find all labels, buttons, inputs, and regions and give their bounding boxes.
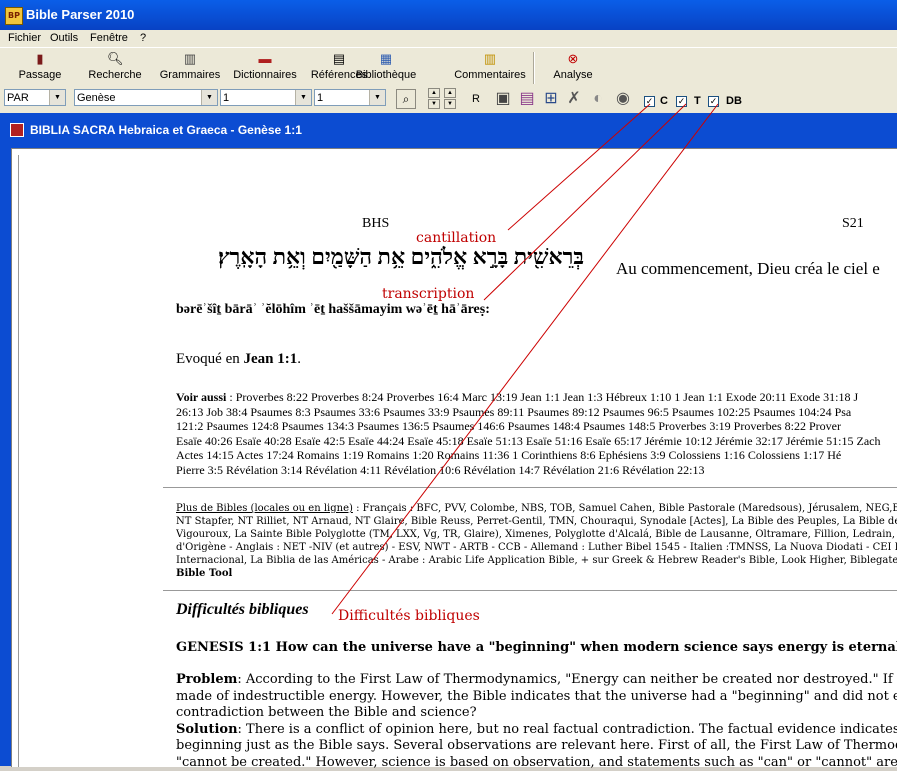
- annotation-difficultes: Difficultés bibliques: [338, 608, 480, 624]
- divider: [163, 590, 897, 591]
- stacked-books-icon[interactable]: ▤: [516, 88, 538, 110]
- commentaires-button[interactable]: ▥ Commentaires: [452, 50, 528, 86]
- bibles-line[interactable]: Vigouroux, La Sainte Bible Polyglotte (T…: [176, 528, 897, 541]
- library-icon: ▦: [379, 51, 393, 66]
- chevron-down-icon[interactable]: ▼: [201, 90, 217, 105]
- bibles-line[interactable]: Internacional, La Biblia de las Américas…: [176, 554, 897, 567]
- analysis-icon: ⊗: [567, 51, 579, 66]
- more-bibles-block: Plus de Bibles (locales ou en ligne) : F…: [176, 503, 897, 580]
- app-icon: BP: [5, 7, 23, 25]
- toolbar-separator: [533, 52, 535, 84]
- menu-help[interactable]: ?: [140, 32, 146, 44]
- passage-button[interactable]: ▮ Passage: [14, 50, 66, 86]
- tools-icon[interactable]: ✗: [563, 88, 585, 110]
- checkbox-t[interactable]: ✓: [676, 96, 687, 107]
- grammaires-button[interactable]: ▥ Grammaires: [158, 50, 222, 86]
- transcription-text: bərēʾšîṯ bārāʾ ʾĕlōhîm ʾēṯ haššāmayim wə…: [176, 302, 490, 317]
- recherche-button[interactable]: 🔍︎ Recherche: [84, 50, 146, 86]
- problem-paragraph: Problem: According to the First Law of T…: [176, 672, 897, 770]
- annotation-cantillation: cantillation: [416, 230, 497, 246]
- difficultes-title: Difficultés bibliques: [176, 601, 309, 618]
- chevron-down-icon[interactable]: ▼: [295, 90, 311, 105]
- navigation-controls: PAR ▼ Genèse ▼ 1 ▼ 1 ▼ ⌕ ▲ ▼ ▲ ▼ R ▣ ▤ ⊞…: [0, 86, 897, 113]
- analyse-button[interactable]: ⊗ Analyse: [548, 50, 598, 86]
- mode-select[interactable]: PAR ▼: [4, 89, 66, 106]
- tree-icon[interactable]: ⊞: [540, 88, 562, 110]
- menu-fenetre[interactable]: Fenêtre: [90, 32, 128, 44]
- menu-fichier[interactable]: Fichier: [8, 32, 41, 44]
- spin-down-2[interactable]: ▼: [444, 99, 456, 109]
- checkbox-c[interactable]: ✓: [644, 96, 655, 107]
- s21-label: S21: [842, 216, 864, 231]
- books-icon: ▥: [183, 51, 197, 66]
- menu-bar: Fichier Outils Fenêtre ?: [0, 30, 897, 47]
- voir-aussi-line[interactable]: Esaïe 40:26 Esaïe 40:28 Esaïe 42:5 Esaïe…: [176, 434, 897, 449]
- spin-down-1[interactable]: ▼: [428, 99, 440, 109]
- bibles-line[interactable]: NT Stapfer, NT Rilliet, NT Arnaud, NT Gl…: [176, 515, 897, 528]
- main-toolbar: ▮ Passage 🔍︎ Recherche ▥ Grammaires ▬ Di…: [0, 47, 897, 88]
- voir-aussi-line[interactable]: 121:2 Psaumes 124:8 Psaumes 134:3 Psaume…: [176, 419, 897, 434]
- genesis-heading: GENESIS 1:1 How can the universe have a …: [176, 640, 897, 655]
- verse-select[interactable]: 1 ▼: [314, 89, 386, 106]
- voir-aussi-label: Voir aussi: [176, 390, 227, 404]
- voir-aussi-block: Voir aussi : Proverbes 8:22 Proverbes 8:…: [176, 390, 897, 477]
- voir-aussi-line[interactable]: Actes 14:15 Actes 17:24 Romains 1:19 Rom…: [176, 448, 897, 463]
- dictionary-icon: ▬: [258, 51, 272, 66]
- chevron-down-icon[interactable]: ▼: [369, 90, 385, 105]
- document-window-title: BIBLIA SACRA Hebraica et Graeca - Genèse…: [30, 123, 302, 137]
- french-verse: Au commencement, Dieu créa le ciel e: [616, 259, 880, 278]
- bibles-line[interactable]: d'Origène - Anglais : NET -NIV (et autre…: [176, 541, 897, 554]
- spin-up-1[interactable]: ▲: [428, 88, 440, 98]
- spin-up-2[interactable]: ▲: [444, 88, 456, 98]
- evoque-line: Evoqué en Jean 1:1.: [176, 351, 301, 367]
- r-button[interactable]: R: [472, 93, 480, 105]
- hebrew-verse: בְּרֵאשִׁ֖ית בָּרָ֣א אֱלֹהִ֑ים אֵ֥ת הַשָ…: [218, 244, 584, 269]
- chapter-select[interactable]: 1 ▼: [220, 89, 312, 106]
- book-select[interactable]: Genèse ▼: [74, 89, 218, 106]
- magnifier-icon: ⌕: [402, 92, 410, 106]
- dictionnaires-button[interactable]: ▬ Dictionnaires: [230, 50, 300, 86]
- go-search-button[interactable]: ⌕: [396, 89, 416, 109]
- comment-books-icon: ▥: [483, 51, 497, 66]
- more-bibles-link[interactable]: Plus de Bibles (locales ou en ligne): [176, 503, 353, 514]
- checkbox-db[interactable]: ✓: [708, 96, 719, 107]
- window-title: Bible Parser 2010: [26, 7, 135, 22]
- magnifier-icon: 🔍︎: [107, 51, 124, 66]
- annotation-transcription: transcription: [382, 286, 475, 302]
- chevron-down-icon[interactable]: ▼: [49, 90, 65, 105]
- evoque-reference-link[interactable]: Jean 1:1: [243, 351, 297, 367]
- cursor-book-icon[interactable]: ▣: [492, 88, 514, 110]
- bibles-line[interactable]: Bible Tool: [176, 567, 897, 580]
- disc-icon[interactable]: ◐: [587, 88, 609, 110]
- gear-icon[interactable]: ◉: [612, 88, 634, 110]
- menu-outils[interactable]: Outils: [50, 32, 78, 44]
- document-icon: ▤: [332, 51, 346, 66]
- book-icon: ▮: [36, 51, 44, 66]
- voir-aussi-line[interactable]: 26:13 Job 38:4 Psaumes 8:3 Psaumes 33:6 …: [176, 405, 897, 420]
- divider: [163, 487, 897, 488]
- title-bar: BP Bible Parser 2010: [0, 0, 897, 30]
- voir-aussi-line[interactable]: Pierre 3:5 Révélation 3:14 Révélation 4:…: [176, 463, 897, 478]
- bhs-label: BHS: [362, 216, 390, 231]
- document-window-icon: [10, 123, 24, 137]
- bibliotheque-button[interactable]: ▦ Bibliothèque: [354, 50, 418, 86]
